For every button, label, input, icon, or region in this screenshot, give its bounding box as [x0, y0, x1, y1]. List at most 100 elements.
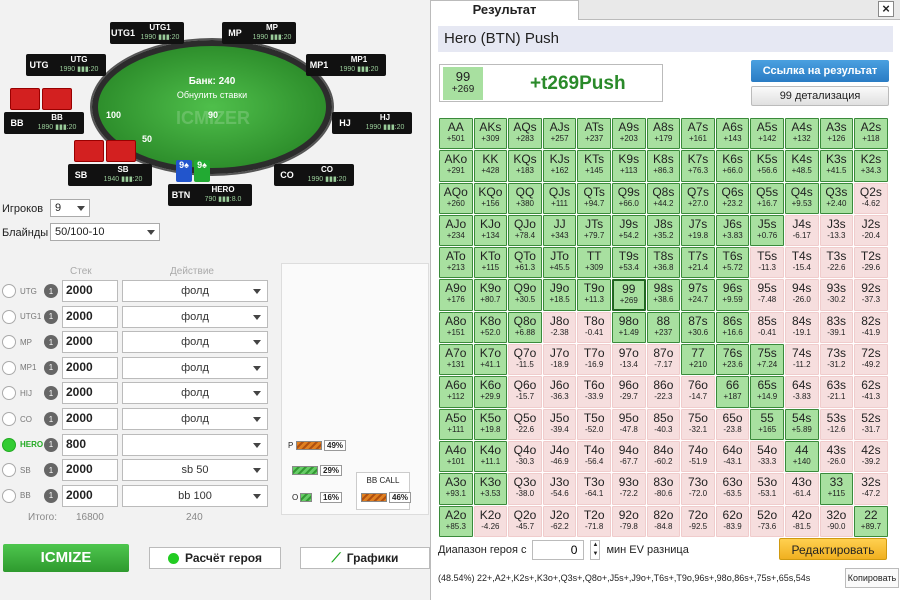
range-cell[interactable]: T8s +36.8	[646, 247, 681, 279]
stack-input[interactable]: 2000	[62, 280, 118, 302]
action-select[interactable]: sb 50	[122, 459, 268, 482]
range-cell[interactable]: 65s +14.9	[750, 376, 784, 408]
charts-button[interactable]: ⟋ Графики	[300, 547, 430, 569]
range-cell[interactable]: T5o -52.0	[577, 408, 611, 440]
seat-bb[interactable]: BB BB 1890 ▮▮▮:20	[4, 112, 84, 134]
range-cell[interactable]: 96s +9.59	[715, 279, 750, 311]
range-cell[interactable]: K7s +76.3	[681, 150, 715, 182]
info-icon[interactable]: 1	[44, 284, 58, 298]
range-cell[interactable]: J7s +19.8	[681, 214, 715, 247]
range-cell[interactable]: J5o -39.4	[542, 408, 577, 440]
range-cell[interactable]: Q7o -11.5	[508, 344, 542, 376]
range-cell[interactable]: AA +501	[439, 118, 473, 150]
range-cell[interactable]: Q3s +2.40	[819, 182, 854, 214]
range-cell[interactable]: 43o -61.4	[784, 473, 819, 505]
range-cell[interactable]: 42s -39.2	[854, 440, 888, 473]
range-cell[interactable]: AJo +234	[439, 214, 473, 247]
range-cell[interactable]: 92s -37.3	[854, 279, 888, 311]
range-cell[interactable]: A6o +112	[439, 376, 473, 408]
range-cell[interactable]: 99 +269	[611, 279, 646, 311]
range-cell[interactable]: QQ +380	[508, 182, 542, 214]
range-cell[interactable]: Q9s +66.0	[611, 182, 646, 214]
range-cell[interactable]: AQs +283	[508, 118, 542, 150]
range-cell[interactable]: 98s +38.6	[646, 279, 681, 311]
range-cell[interactable]: K2o -4.26	[473, 505, 508, 537]
range-cell[interactable]: K4o +11.1	[473, 440, 508, 473]
range-cell[interactable]: J6s +3.83	[715, 214, 750, 247]
action-select[interactable]: bb 100	[122, 484, 268, 507]
info-icon[interactable]: 1	[44, 335, 58, 350]
player-radio[interactable]	[2, 386, 16, 401]
range-cell[interactable]: 98o +1.49	[611, 311, 646, 344]
range-cell[interactable]: TT +309	[577, 247, 611, 279]
range-cell[interactable]: K4s +48.5	[784, 150, 819, 182]
range-cell[interactable]: A8s +179	[646, 118, 681, 150]
range-cell[interactable]: ATs +237	[577, 118, 611, 150]
range-cell[interactable]: 64s -3.83	[784, 376, 819, 408]
range-cell[interactable]: T6o -33.9	[577, 376, 611, 408]
action-select[interactable]: фолд	[122, 382, 268, 405]
seat-utg1[interactable]: UTG1 UTG1 1990 ▮▮▮:20	[110, 22, 184, 44]
blinds-select[interactable]: 50/100-10	[50, 223, 160, 241]
range-cell[interactable]: 44 +140	[784, 440, 819, 473]
range-cell[interactable]: 74s -11.2	[784, 344, 819, 376]
stack-input[interactable]: 800	[62, 433, 118, 456]
range-cell[interactable]: 54o -33.3	[750, 440, 784, 473]
range-cell[interactable]: 54s +5.89	[784, 408, 819, 440]
range-cell[interactable]: T9o +11.3	[577, 279, 611, 311]
range-cell[interactable]: 88 +237	[646, 311, 681, 344]
range-cell[interactable]: 55 +165	[750, 408, 784, 440]
range-cell[interactable]: 84o -60.2	[646, 440, 681, 473]
player-radio[interactable]	[2, 284, 16, 298]
range-cell[interactable]: JTs +79.7	[577, 214, 611, 247]
range-cell[interactable]: 53o -53.1	[750, 473, 784, 505]
range-cell[interactable]: T6s +5.72	[715, 247, 750, 279]
stack-input[interactable]: 2000	[62, 382, 118, 405]
close-icon[interactable]: ×	[878, 1, 894, 17]
range-cell[interactable]: A8o +151	[439, 311, 473, 344]
range-cell[interactable]: J3o -54.6	[542, 473, 577, 505]
stack-input[interactable]: 2000	[62, 356, 118, 379]
range-cell[interactable]: J4s -6.17	[784, 214, 819, 247]
range-cell[interactable]: KJo +134	[473, 214, 508, 247]
range-cell[interactable]: 75o -32.1	[681, 408, 715, 440]
range-cell[interactable]: 64o -43.1	[715, 440, 750, 473]
action-select[interactable]: фолд	[122, 331, 268, 354]
range-cell[interactable]: K8o +52.0	[473, 311, 508, 344]
range-cell[interactable]: 32s -47.2	[854, 473, 888, 505]
range-cell[interactable]: Q7s +27.0	[681, 182, 715, 214]
player-radio[interactable]	[2, 488, 16, 503]
action-select[interactable]: фолд	[122, 408, 268, 430]
range-cell[interactable]: 62o -83.9	[715, 505, 750, 537]
stack-input[interactable]: 2000	[62, 305, 118, 328]
range-cell[interactable]: 76s +23.6	[715, 344, 750, 376]
info-icon[interactable]: 1	[44, 463, 58, 478]
range-cell[interactable]: T4o -56.4	[577, 440, 611, 473]
player-radio[interactable]	[2, 309, 16, 324]
range-cell[interactable]: J6o -36.3	[542, 376, 577, 408]
range-cell[interactable]: A7o +131	[439, 344, 473, 376]
range-cell[interactable]: 94s -26.0	[784, 279, 819, 311]
range-cell[interactable]: 96o -29.7	[611, 376, 646, 408]
range-cell[interactable]: A5s +142	[750, 118, 784, 150]
range-cell[interactable]: 93o -72.2	[611, 473, 646, 505]
player-radio[interactable]	[2, 437, 16, 452]
range-cell[interactable]: AKs +309	[473, 118, 508, 150]
range-cell[interactable]: 97o -13.4	[611, 344, 646, 376]
range-cell[interactable]: 77 +210	[681, 344, 715, 376]
info-icon[interactable]: 1	[44, 386, 58, 401]
range-cell[interactable]: 82s -41.9	[854, 311, 888, 344]
copy-button[interactable]: Копировать	[845, 568, 899, 588]
range-cell[interactable]: A9o +176	[439, 279, 473, 311]
range-cell[interactable]: Q9o +30.5	[508, 279, 542, 311]
range-cell[interactable]: 42o -81.5	[784, 505, 819, 537]
range-cell[interactable]: 76o -14.7	[681, 376, 715, 408]
range-cell[interactable]: A2s +118	[854, 118, 888, 150]
range-cell[interactable]: 53s -12.6	[819, 408, 854, 440]
range-cell[interactable]: J9o +18.5	[542, 279, 577, 311]
range-cell[interactable]: 86s +16.6	[715, 311, 750, 344]
range-cell[interactable]: J3s -13.3	[819, 214, 854, 247]
range-cell[interactable]: K9o +80.7	[473, 279, 508, 311]
range-cell[interactable]: K9s +113	[611, 150, 646, 182]
range-cell[interactable]: Q4o -30.3	[508, 440, 542, 473]
